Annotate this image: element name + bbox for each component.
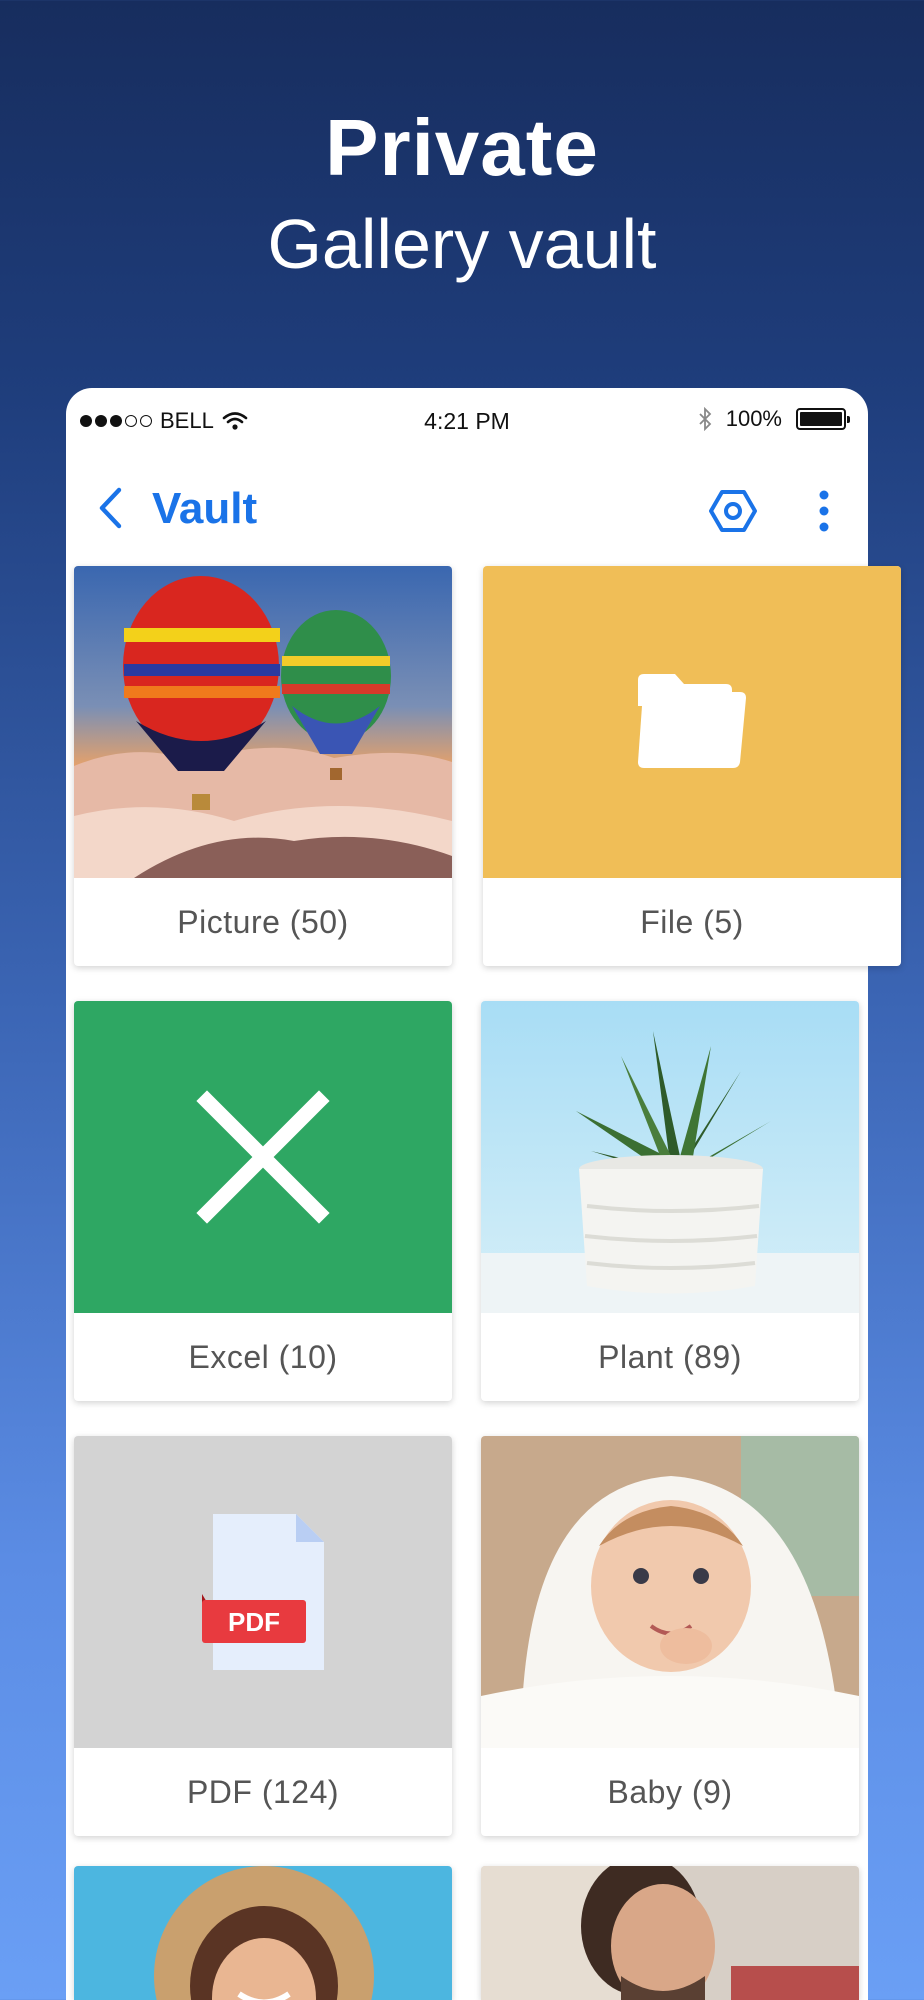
more-vertical-icon [819,490,829,532]
folder-card-plant[interactable]: Plant (89) [481,1001,859,1401]
battery-percent: 100% [725,406,782,431]
file-thumb [483,566,901,878]
hero-title: Private [325,103,599,192]
pdf-file-icon: PDF [202,1514,324,1670]
folder-card-baby[interactable]: Baby (9) [481,1436,859,1836]
excel-thumb [74,1001,452,1313]
excel-icon [196,1090,330,1224]
woman-portrait-photo [74,1866,452,2000]
more-options-button[interactable] [804,484,844,538]
folder-card-file[interactable]: File (5) [483,566,901,966]
folder-card-excel[interactable]: Excel (10) [74,1001,452,1401]
bluetooth-icon [699,407,711,431]
hot-air-balloons-photo [74,566,452,878]
folder-label: Picture (50) [177,903,349,940]
folder-label: File (5) [640,903,744,940]
folder-card-pdf[interactable]: PDF PDF (124) [74,1436,452,1836]
pdf-thumb: PDF [74,1436,452,1748]
man-portrait-photo [481,1866,859,2000]
plant-photo [481,1001,859,1313]
folder-label: Baby (9) [607,1773,733,1810]
battery-icon [796,408,850,430]
status-bar: BELL 4:21 PM 100% [66,388,868,452]
battery-fill [800,412,842,426]
hero-subtitle: Gallery vault [267,205,657,283]
settings-button[interactable] [706,484,760,538]
folder-card-picture[interactable]: Picture (50) [74,566,452,966]
folder-label: Excel (10) [188,1338,338,1375]
app-header: Vault [66,452,868,562]
folder-label: Plant (89) [598,1338,742,1375]
chevron-left-icon [99,487,122,529]
page-title: Vault [152,484,258,533]
folder-card-portrait-woman[interactable] [74,1866,452,2000]
folder-label: PDF (124) [186,1773,340,1810]
folder-icon [638,674,746,768]
pdf-badge: PDF [228,1607,280,1637]
back-button[interactable] [90,484,130,532]
hero-heading: Private Gallery vault [0,100,924,292]
status-right: 100% [698,406,850,432]
hexagon-gear-icon [709,490,757,532]
baby-photo [481,1436,859,1748]
folder-card-portrait-man[interactable] [481,1866,859,2000]
